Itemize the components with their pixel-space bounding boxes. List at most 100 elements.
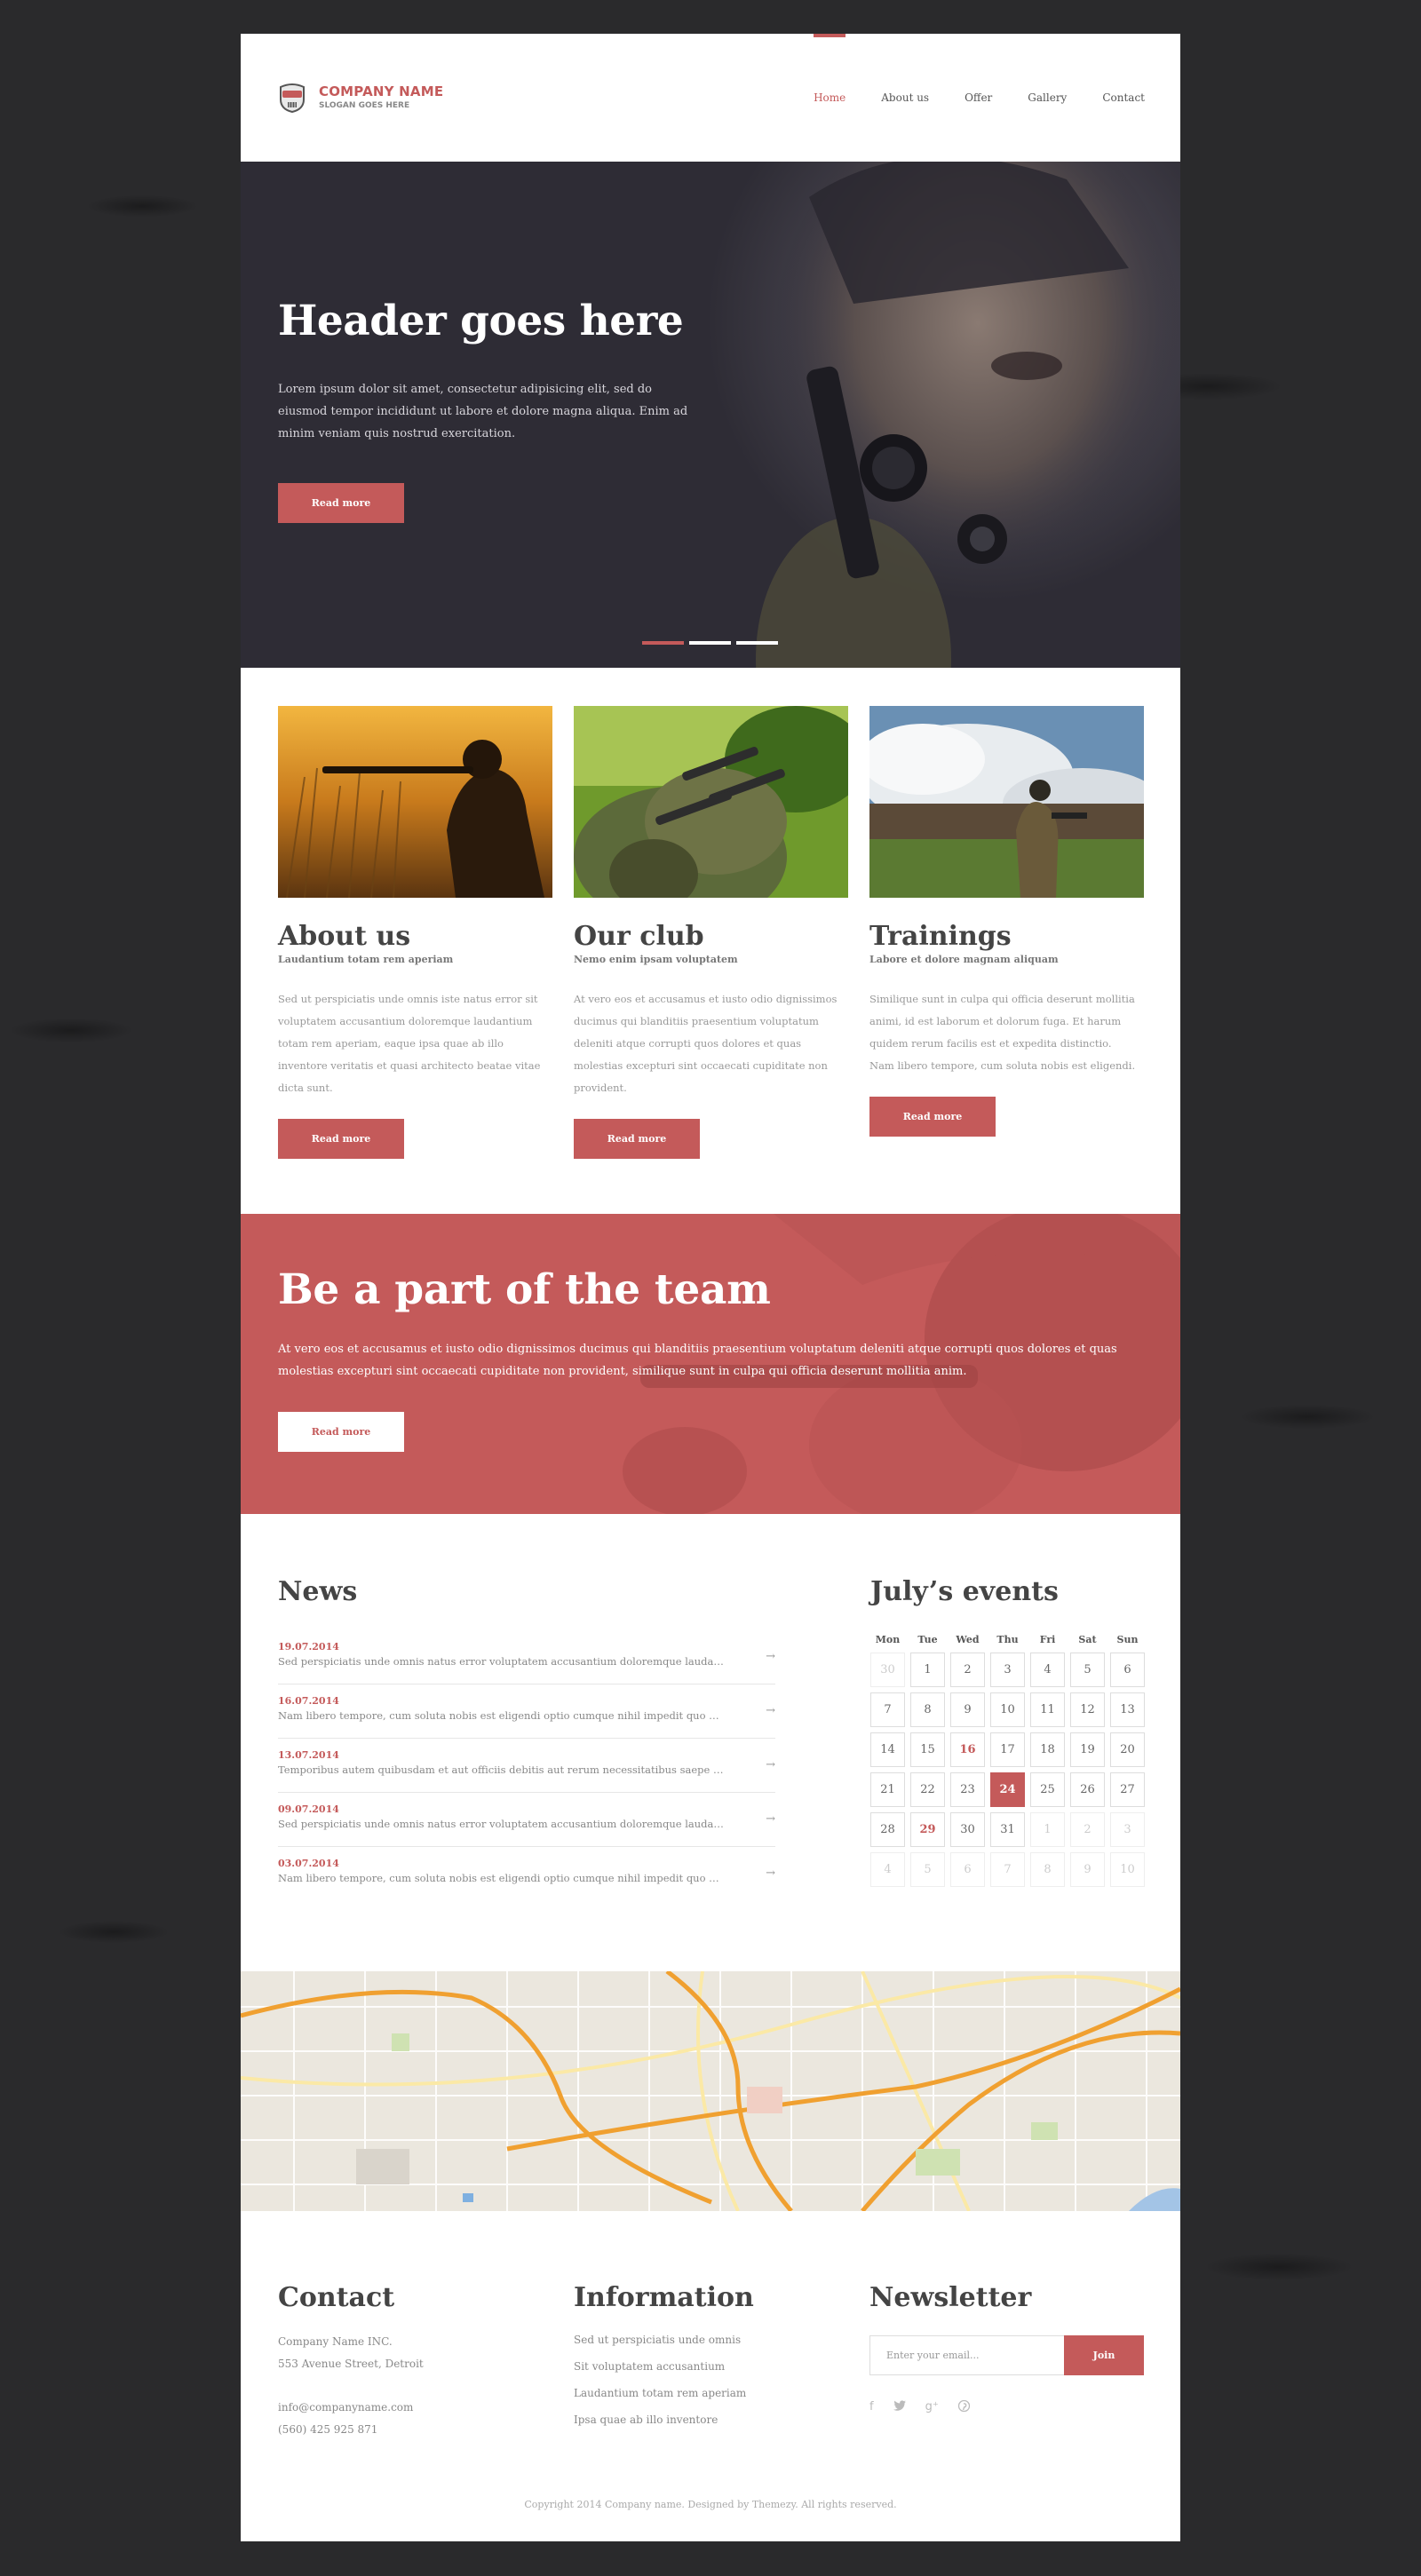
weekday-label: Mon <box>875 1634 901 1645</box>
calendar-day-event[interactable]: 29 <box>910 1812 945 1847</box>
calendar-day[interactable]: 4 <box>1030 1653 1065 1687</box>
news-date: 13.07.2014 <box>278 1749 339 1761</box>
calendar-day[interactable]: 9 <box>1070 1852 1105 1887</box>
team-read-more-button[interactable]: Read more <box>278 1412 404 1452</box>
feature-title: Our club <box>574 921 704 952</box>
calendar-day[interactable]: 18 <box>1030 1732 1065 1767</box>
news-item[interactable]: 19.07.2014 Sed perspiciatis unde omnis n… <box>278 1630 775 1684</box>
weekday-label: Sun <box>1116 1634 1139 1645</box>
feature-subtitle: Labore et dolore magnam aliquam <box>869 954 1059 965</box>
calendar-day[interactable]: 2 <box>950 1653 985 1687</box>
trainings-read-more-button[interactable]: Read more <box>869 1097 996 1137</box>
calendar-day[interactable]: 12 <box>1070 1692 1105 1727</box>
information-link[interactable]: Ipsa quae ab illo inventore <box>574 2406 754 2433</box>
news-item[interactable]: 16.07.2014 Nam libero tempore, cum solut… <box>278 1684 775 1739</box>
calendar-day[interactable]: 21 <box>870 1772 905 1807</box>
calendar-day[interactable]: 10 <box>1110 1852 1145 1887</box>
calendar-day[interactable]: 15 <box>910 1732 945 1767</box>
our-club-read-more-button[interactable]: Read more <box>574 1119 700 1159</box>
footer-newsletter: Newsletter Join f g⁺ <box>869 2282 1144 2415</box>
calendar-day[interactable]: 5 <box>910 1852 945 1887</box>
nav-about-us[interactable]: About us <box>881 34 929 162</box>
pinterest-icon[interactable] <box>957 2399 970 2415</box>
contact-title: Contact <box>278 2282 395 2313</box>
hero-title: Header goes here <box>278 297 684 345</box>
nav-home[interactable]: Home <box>814 34 846 162</box>
calendar-day[interactable]: 13 <box>1110 1692 1145 1727</box>
social-links: f g⁺ <box>869 2399 1144 2415</box>
calendar-day[interactable]: 8 <box>1030 1852 1065 1887</box>
weekday-label: Wed <box>956 1634 980 1645</box>
hero-read-more-button[interactable]: Read more <box>278 483 404 523</box>
logo[interactable]: COMPANY NAME SLOGAN GOES HERE <box>278 80 443 114</box>
calendar-day[interactable]: 22 <box>910 1772 945 1807</box>
slider-dot[interactable] <box>689 641 731 645</box>
location-map[interactable] <box>241 1971 1180 2211</box>
company-email[interactable]: info@companyname.com <box>278 2397 424 2419</box>
feature-text: At vero eos et accusamus et iusto odio d… <box>574 993 838 1094</box>
brand-slogan: SLOGAN GOES HERE <box>319 101 410 110</box>
newsletter-email-input[interactable] <box>869 2335 1064 2375</box>
footer-contact: Contact Company Name INC. 553 Avenue Str… <box>278 2282 424 2441</box>
twitter-icon[interactable] <box>893 2400 906 2415</box>
calendar-day[interactable]: 10 <box>990 1692 1025 1727</box>
calendar-day[interactable]: 19 <box>1070 1732 1105 1767</box>
arrow-right-icon: → <box>766 1650 775 1663</box>
about-us-read-more-button[interactable]: Read more <box>278 1119 404 1159</box>
paintball-mask-icon <box>280 83 305 114</box>
calendar-day[interactable]: 11 <box>1030 1692 1065 1727</box>
weekday-label: Thu <box>996 1634 1019 1645</box>
nav-contact[interactable]: Contact <box>1102 34 1145 162</box>
newsletter-join-button[interactable]: Join <box>1064 2335 1144 2375</box>
slider-dot[interactable] <box>736 641 778 645</box>
weekday-label: Tue <box>917 1634 938 1645</box>
calendar-day[interactable]: 6 <box>1110 1653 1145 1687</box>
information-link[interactable]: Laudantium totam rem aperiam <box>574 2380 754 2406</box>
calendar-day[interactable]: 1 <box>1030 1812 1065 1847</box>
calendar-day[interactable]: 27 <box>1110 1772 1145 1807</box>
calendar-day[interactable]: 7 <box>990 1852 1025 1887</box>
calendar-day[interactable]: 1 <box>910 1653 945 1687</box>
company-name: Company Name INC. <box>278 2335 393 2348</box>
calendar-day-event[interactable]: 16 <box>950 1732 985 1767</box>
calendar-day[interactable]: 31 <box>990 1812 1025 1847</box>
nav-offer[interactable]: Offer <box>965 34 992 162</box>
site-footer: Contact Company Name INC. 553 Avenue Str… <box>241 2211 1180 2541</box>
arrow-right-icon: → <box>766 1812 775 1826</box>
calendar-day[interactable]: 30 <box>950 1812 985 1847</box>
slider-dot[interactable] <box>642 641 684 645</box>
calendar-day-today[interactable]: 24 <box>990 1772 1025 1807</box>
information-link[interactable]: Sed ut perspiciatis unde omnis <box>574 2326 754 2353</box>
calendar-weekdays: Mon Tue Wed Thu Fri Sat Sun <box>870 1634 1145 1645</box>
calendar-day[interactable]: 20 <box>1110 1732 1145 1767</box>
calendar-day[interactable]: 26 <box>1070 1772 1105 1807</box>
calendar-day[interactable]: 7 <box>870 1692 905 1727</box>
calendar-day[interactable]: 25 <box>1030 1772 1065 1807</box>
calendar-day[interactable]: 30 <box>870 1653 905 1687</box>
news-item[interactable]: 03.07.2014 Nam libero tempore, cum solut… <box>278 1847 775 1901</box>
calendar-day[interactable]: 9 <box>950 1692 985 1727</box>
arrow-right-icon: → <box>766 1758 775 1771</box>
calendar-day[interactable]: 5 <box>1070 1653 1105 1687</box>
calendar-day[interactable]: 23 <box>950 1772 985 1807</box>
news-item[interactable]: 09.07.2014 Sed perspiciatis unde omnis n… <box>278 1793 775 1847</box>
calendar-day[interactable]: 2 <box>1070 1812 1105 1847</box>
facebook-icon[interactable]: f <box>869 2400 874 2415</box>
calendar-day[interactable]: 28 <box>870 1812 905 1847</box>
calendar-day[interactable]: 8 <box>910 1692 945 1727</box>
feature-image <box>574 706 848 898</box>
calendar-day[interactable]: 17 <box>990 1732 1025 1767</box>
calendar-day[interactable]: 6 <box>950 1852 985 1887</box>
weekday-label: Fri <box>1039 1634 1056 1645</box>
calendar-day[interactable]: 4 <box>870 1852 905 1887</box>
news-date: 09.07.2014 <box>278 1803 339 1815</box>
calendar-day[interactable]: 14 <box>870 1732 905 1767</box>
information-link[interactable]: Sit voluptatem accusantium <box>574 2353 754 2380</box>
feature-trainings: Trainings Labore et dolore magnam aliqua… <box>869 706 1144 1137</box>
nav-gallery[interactable]: Gallery <box>1028 34 1067 162</box>
site-header: COMPANY NAME SLOGAN GOES HERE Home About… <box>241 34 1180 162</box>
calendar-day[interactable]: 3 <box>1110 1812 1145 1847</box>
news-item[interactable]: 13.07.2014 Temporibus autem quibusdam et… <box>278 1739 775 1793</box>
calendar-day[interactable]: 3 <box>990 1653 1025 1687</box>
google-plus-icon[interactable]: g⁺ <box>925 2400 939 2415</box>
